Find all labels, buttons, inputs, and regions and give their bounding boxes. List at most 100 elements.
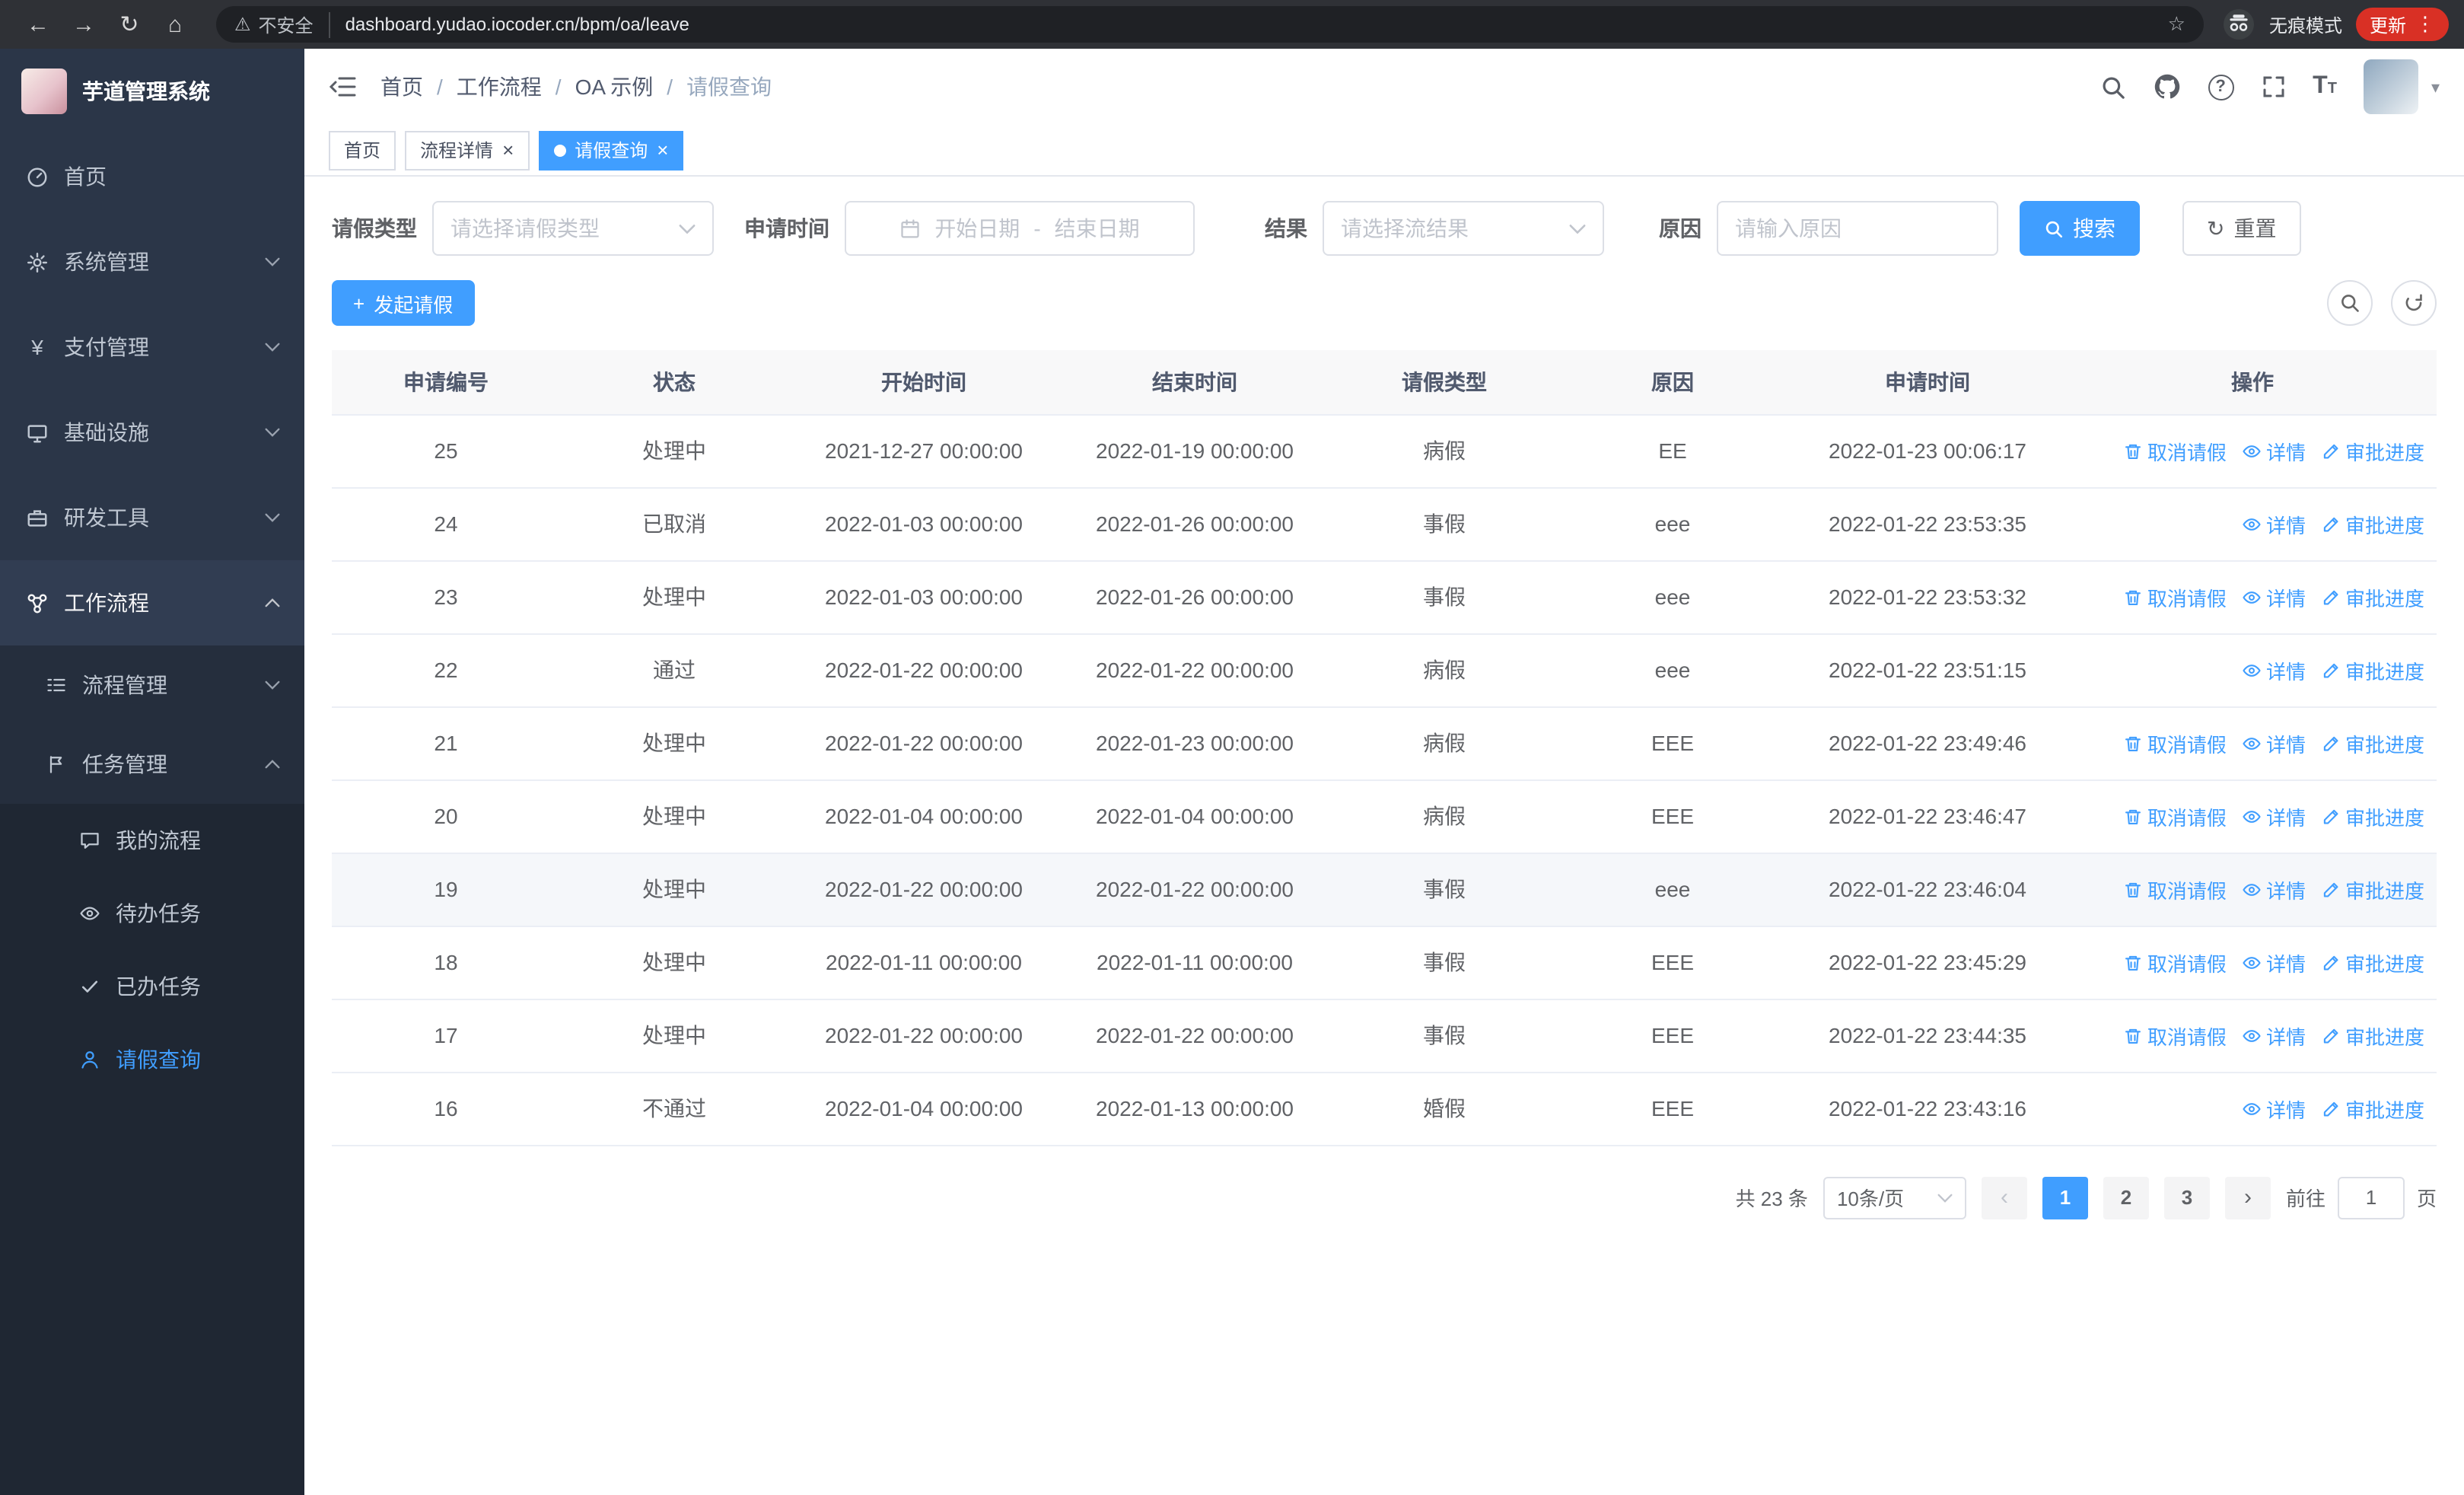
browser-reload-button[interactable]: ↻ [110, 5, 149, 44]
sidebar-item-todo-tasks[interactable]: 待办任务 [0, 877, 304, 950]
close-icon[interactable]: × [657, 140, 668, 160]
tab-process-detail[interactable]: 流程详情 × [405, 130, 530, 170]
breadcrumb-item-home[interactable]: 首页 [380, 72, 423, 102]
approval-progress-link[interactable]: 审批进度 [2321, 728, 2424, 757]
sidebar: 芋道管理系统 首页 系统管理 ¥ 支付管理 基础设施 研发工具 工作流程 流程管… [0, 49, 304, 1495]
approval-progress-link[interactable]: 审批进度 [2321, 802, 2424, 830]
detail-link[interactable]: 详情 [2242, 1021, 2306, 1050]
cell-apply_time: 2022-01-22 23:46:47 [1787, 779, 2068, 853]
font-size-icon[interactable]: TT [2313, 73, 2337, 100]
sidebar-collapse-icon[interactable] [329, 75, 356, 99]
result-select[interactable]: 请选择流结果 [1323, 201, 1604, 256]
tab-leave-query[interactable]: 请假查询 × [538, 130, 684, 170]
approval-progress-link[interactable]: 审批进度 [2321, 1094, 2424, 1123]
approval-progress-link[interactable]: 审批进度 [2321, 1021, 2424, 1050]
logo-image [21, 69, 67, 114]
prev-page-button[interactable]: ‹ [1981, 1176, 2027, 1219]
toggle-search-button[interactable] [2327, 280, 2373, 326]
approval-progress-link[interactable]: 审批进度 [2321, 948, 2424, 977]
next-page-button[interactable]: › [2224, 1176, 2271, 1219]
leave-table-body: 25 处理中 2021-12-27 00:00:00 2022-01-19 00:00… [332, 414, 2437, 1146]
sidebar-item-my-process[interactable]: 我的流程 [0, 804, 304, 877]
sidebar-item-infrastructure[interactable]: 基础设施 [0, 390, 304, 475]
detail-link[interactable]: 详情 [2242, 802, 2306, 830]
cell-end: 2022-01-22 00:00:00 [1059, 999, 1330, 1073]
address-bar[interactable]: ⚠ 不安全 dashboard.yudao.iocoder.cn/bpm/oa/… [216, 6, 2204, 43]
cancel-leave-link[interactable]: 取消请假 [2123, 875, 2227, 904]
detail-link[interactable]: 详情 [2242, 655, 2306, 684]
cancel-leave-link[interactable]: 取消请假 [2123, 728, 2227, 757]
reset-button[interactable]: ↻ 重置 [2182, 201, 2301, 256]
search-icon[interactable] [2099, 74, 2125, 100]
detail-link[interactable]: 详情 [2242, 728, 2306, 757]
sidebar-item-devtools[interactable]: 研发工具 [0, 475, 304, 560]
page-button-2[interactable]: 2 [2103, 1176, 2149, 1219]
avatar[interactable] [2364, 59, 2419, 114]
cell-type: 事假 [1330, 487, 1558, 561]
approval-progress-link[interactable]: 审批进度 [2321, 875, 2424, 904]
apply-time-range-picker[interactable]: 开始日期 - 结束日期 [845, 201, 1195, 256]
breadcrumb-item-oa-example[interactable]: OA 示例 [575, 72, 654, 102]
page-button-1[interactable]: 1 [2042, 1176, 2088, 1219]
page-button-3[interactable]: 3 [2163, 1176, 2210, 1219]
sidebar-item-home[interactable]: 首页 [0, 134, 304, 219]
chevron-down-icon[interactable]: ▾ [2431, 77, 2440, 97]
detail-link[interactable]: 详情 [2242, 436, 2306, 465]
browser-update-button[interactable]: 更新 ⋮ [2355, 8, 2449, 41]
cancel-leave-link[interactable]: 取消请假 [2123, 802, 2227, 830]
cancel-leave-link[interactable]: 取消请假 [2123, 582, 2227, 611]
search-button-label: 搜索 [2073, 216, 2115, 241]
sidebar-item-workflow[interactable]: 工作流程 [0, 560, 304, 645]
browser-home-button[interactable]: ⌂ [155, 5, 195, 44]
search-button[interactable]: 搜索 [2020, 201, 2140, 256]
security-warning[interactable]: ⚠ 不安全 [234, 11, 330, 37]
goto-page-input[interactable] [2337, 1176, 2405, 1219]
reason-input[interactable] [1717, 201, 1998, 256]
cancel-leave-link[interactable]: 取消请假 [2123, 948, 2227, 977]
tags-view-bar: 首页 流程详情 × 请假查询 × [304, 125, 2464, 177]
approval-progress-link[interactable]: 审批进度 [2321, 436, 2424, 465]
cell-reason: eee [1558, 853, 1787, 926]
detail-link[interactable]: 详情 [2242, 509, 2306, 538]
refresh-table-button[interactable] [2391, 280, 2437, 326]
tab-home[interactable]: 首页 [329, 130, 396, 170]
cell-end: 2022-01-26 00:00:00 [1059, 487, 1330, 561]
sidebar-item-leave-query[interactable]: 请假查询 [0, 1023, 304, 1096]
cell-apply_time: 2022-01-22 23:51:15 [1787, 633, 2068, 707]
close-icon[interactable]: × [502, 140, 514, 160]
column-header: 结束时间 [1059, 350, 1330, 415]
cell-actions: 取消请假 详情 审批进度 [2068, 414, 2437, 488]
help-icon[interactable]: ? [2208, 74, 2234, 100]
column-header: 申请时间 [1787, 350, 2068, 415]
cell-type: 事假 [1330, 999, 1558, 1073]
cancel-leave-link[interactable]: 取消请假 [2123, 436, 2227, 465]
sidebar-item-payment[interactable]: ¥ 支付管理 [0, 304, 304, 390]
browser-back-button[interactable]: ← [18, 5, 58, 44]
page-size-select[interactable]: 10条/页 [1823, 1176, 1966, 1219]
detail-link[interactable]: 详情 [2242, 948, 2306, 977]
create-leave-button[interactable]: + 发起请假 [332, 280, 475, 326]
column-header: 状态 [560, 350, 788, 415]
cell-actions: 取消请假 详情 审批进度 [2068, 853, 2437, 926]
app-logo[interactable]: 芋道管理系统 [0, 49, 304, 134]
sidebar-item-process-management[interactable]: 流程管理 [0, 645, 304, 725]
detail-link[interactable]: 详情 [2242, 875, 2306, 904]
chat-icon [76, 830, 102, 851]
cancel-leave-link[interactable]: 取消请假 [2123, 1021, 2227, 1050]
sidebar-item-system[interactable]: 系统管理 [0, 219, 304, 304]
leave-type-select[interactable]: 请选择请假类型 [432, 201, 714, 256]
column-header: 开始时间 [788, 350, 1059, 415]
sidebar-item-done-tasks[interactable]: 已办任务 [0, 950, 304, 1023]
fullscreen-icon[interactable] [2261, 75, 2285, 99]
browser-forward-button[interactable]: → [64, 5, 103, 44]
approval-progress-link[interactable]: 审批进度 [2321, 509, 2424, 538]
browser-menu-icon[interactable]: ⋮ [2415, 12, 2435, 37]
detail-link[interactable]: 详情 [2242, 582, 2306, 611]
detail-link[interactable]: 详情 [2242, 1094, 2306, 1123]
approval-progress-link[interactable]: 审批进度 [2321, 582, 2424, 611]
breadcrumb-item-workflow[interactable]: 工作流程 [457, 72, 542, 102]
approval-progress-link[interactable]: 审批进度 [2321, 655, 2424, 684]
github-icon[interactable] [2153, 73, 2180, 100]
sidebar-item-task-management[interactable]: 任务管理 [0, 725, 304, 804]
bookmark-star-icon[interactable]: ☆ [2168, 12, 2185, 37]
